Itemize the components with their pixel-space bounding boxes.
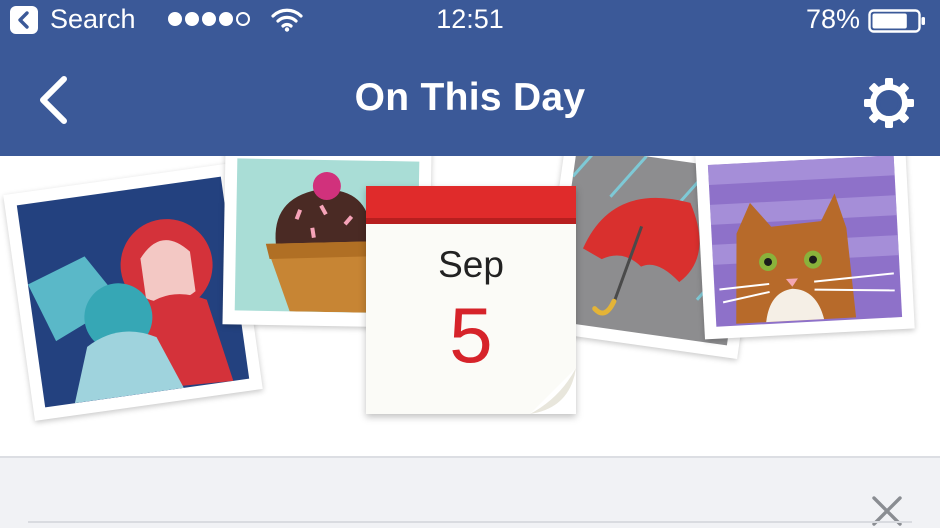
card-divider [28,521,912,523]
battery-icon [868,9,925,33]
battery-percent: 78% [805,4,860,34]
settings-button[interactable] [862,76,916,130]
nav-bar: On This Day [0,40,940,156]
page-title: On This Day [354,76,586,119]
on-this-day-illustration: Sep 5 [0,156,940,456]
calendar-page: Sep 5 [366,186,576,414]
calendar-month: Sep [438,244,504,285]
memories-panel [0,458,940,528]
photo-cat [695,156,915,340]
calendar-header [366,186,576,224]
status-time: 12:51 [436,4,504,34]
status-bar: Search 12:51 78% [0,0,940,40]
page-curl [530,368,576,414]
gear-icon [864,78,914,128]
